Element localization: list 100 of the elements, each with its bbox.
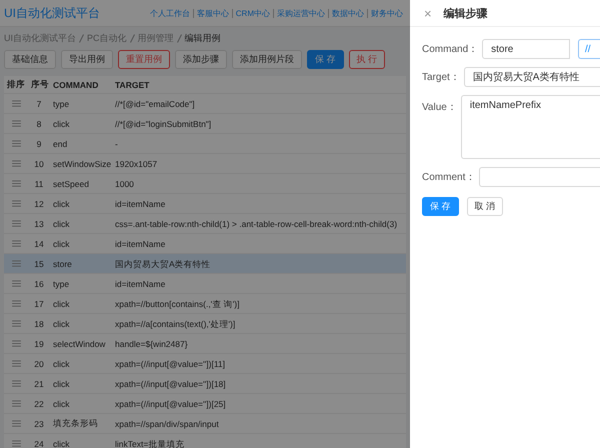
toolbar-button[interactable]: 添加步骤 [175, 50, 227, 69]
drag-handle-icon[interactable] [12, 280, 21, 287]
table-cell-text: setWindowSize [52, 158, 112, 168]
table-cell-text: 20 [33, 358, 45, 368]
table-cell-text: xpath=//a[contains(text(),'处理')] [114, 318, 236, 328]
drag-handle-icon[interactable] [12, 220, 21, 227]
drag-handle-icon[interactable] [12, 340, 21, 347]
text-area[interactable]: itemNamePrefix [460, 95, 600, 159]
drag-handle-icon[interactable] [12, 360, 21, 367]
table-cell-text: - [114, 138, 119, 148]
table-cell-text: id=itemName [114, 278, 166, 288]
table-row[interactable]: 22 click xpath=(//input[@value=''])[25] [4, 394, 406, 414]
table-cell-text: 16 [33, 278, 45, 288]
table-cell-text: 9 [36, 138, 42, 148]
column-header: 排序 [6, 78, 26, 90]
drag-handle-icon[interactable] [12, 140, 21, 147]
table-cell-text: selectWindow [52, 338, 106, 348]
table-cell-text: 23 [33, 418, 45, 428]
table-row[interactable]: 9 end - [4, 134, 406, 154]
table-cell-text: click [52, 118, 71, 128]
table-row[interactable]: 8 click //*[@id="loginSubmitBtn"] [4, 114, 406, 134]
table-cell-text: type [52, 278, 70, 288]
table-cell-text: type [52, 98, 70, 108]
table-cell-text: 22 [33, 398, 45, 408]
table-row[interactable]: 11 setSpeed 1000 [4, 174, 406, 194]
table-cell-text: click [52, 218, 71, 228]
drag-handle-icon[interactable] [12, 240, 21, 247]
column-header: COMMAND [52, 80, 100, 90]
field-label: Target： [422, 71, 460, 84]
toolbar-button[interactable]: 导出用例 [61, 50, 113, 69]
drag-handle-icon[interactable] [12, 400, 21, 407]
drag-handle-icon[interactable] [12, 260, 21, 267]
table-row[interactable]: 18 click xpath=//a[contains(text(),'处理')] [4, 314, 406, 334]
table-cell-text: 24 [33, 438, 45, 448]
drag-handle-icon[interactable] [12, 100, 21, 107]
form-button[interactable]: 取 消 [466, 197, 504, 216]
drag-handle-icon[interactable] [12, 200, 21, 207]
table-cell-text: click [52, 438, 71, 448]
field-label: Value： [422, 101, 457, 114]
table-row[interactable]: 24 click linkText=批量填充 [4, 434, 406, 448]
field-label: Comment： [422, 171, 476, 184]
close-button[interactable]: × [424, 6, 432, 20]
toolbar-button[interactable]: 基础信息 [4, 50, 56, 69]
form-button[interactable]: 保 存 [422, 197, 459, 216]
table-cell-text: click [52, 398, 71, 408]
table-row[interactable]: 21 click xpath=(//input[@value=''])[18] [4, 374, 406, 394]
table-cell-text: 填充条形码 [52, 418, 99, 430]
table-cell-text: 18 [33, 318, 45, 328]
breadcrumb-item[interactable]: 编辑用例 [184, 32, 221, 45]
table-cell-text: click [52, 198, 71, 208]
table-cell-text: 10 [33, 158, 45, 168]
table-row[interactable]: 19 selectWindow handle=${win2487} [4, 334, 406, 354]
table-row[interactable]: 23 填充条形码 xpath=//span/div/span/input [4, 414, 406, 434]
table-cell-text: click [52, 378, 71, 388]
drag-handle-icon[interactable] [12, 440, 21, 447]
field-label: Command： [422, 43, 478, 56]
table-cell-text: 7 [36, 98, 42, 108]
table-cell-text: 15 [33, 258, 45, 268]
slash-icon [79, 34, 84, 43]
slash-icon [130, 34, 135, 43]
input-field[interactable] [479, 167, 600, 187]
table-row[interactable]: 17 click xpath=//button[contains(.,'查 询')] [4, 294, 406, 314]
app-title: UI自动化测试平台 [4, 4, 100, 22]
column-header: TARGET [114, 80, 150, 90]
drag-handle-icon[interactable] [12, 120, 21, 127]
table-row[interactable]: 7 type //*[@id="emailCode"] [4, 94, 406, 114]
table-cell-text: click [52, 298, 71, 308]
table-row[interactable]: 12 click id=itemName [4, 194, 406, 214]
table-row[interactable]: 16 type id=itemName [4, 274, 406, 294]
side-button[interactable]: // [578, 39, 600, 59]
drag-handle-icon[interactable] [12, 180, 21, 187]
table-cell-text: 14 [33, 238, 45, 248]
drag-handle-icon[interactable] [12, 300, 21, 307]
table-cell-text: linkText=批量填充 [114, 438, 186, 448]
drag-handle-icon[interactable] [12, 160, 21, 167]
drag-handle-icon[interactable] [12, 320, 21, 327]
table-row[interactable]: 15 store 国内贸易大贸A类有特性 [4, 254, 406, 274]
table-cell-text: end [52, 138, 68, 148]
table-cell-text: 1000 [114, 178, 135, 188]
slash-icon [176, 34, 182, 43]
input-field[interactable]: store [482, 39, 570, 59]
table-cell-text: //*[@id="loginSubmitBtn"] [114, 118, 212, 128]
toolbar-button[interactable]: 添加用例片段 [232, 50, 302, 69]
table-cell-text: 17 [33, 298, 45, 308]
table-cell-text: id=itemName [114, 238, 166, 248]
drawer-title: 编辑步骤 [444, 6, 488, 20]
table-row[interactable]: 20 click xpath=(//input[@value=''])[11] [4, 354, 406, 374]
table-cell-text: xpath=(//input[@value=''])[25] [114, 398, 227, 408]
table-cell-text: click [52, 238, 71, 248]
table-cell-text: 1920x1057 [114, 158, 158, 168]
table-cell-text: store [52, 258, 73, 268]
table-row[interactable]: 13 click css=.ant-table-row:nth-child(1) > .ant-table-row-cell-break-word:nth-child(3) [4, 214, 406, 234]
drag-handle-icon[interactable] [12, 420, 21, 427]
table-cell-text: click [52, 358, 71, 368]
table-cell-text: setSpeed [52, 178, 90, 188]
table-cell-text: 12 [33, 198, 45, 208]
drag-handle-icon[interactable] [12, 380, 21, 387]
input-field[interactable]: 国内贸易大贸A类有特性 [464, 67, 600, 87]
table-row[interactable]: 10 setWindowSize 1920x1057 [4, 154, 406, 174]
table-cell-text: xpath=(//input[@value=''])[18] [114, 378, 227, 388]
